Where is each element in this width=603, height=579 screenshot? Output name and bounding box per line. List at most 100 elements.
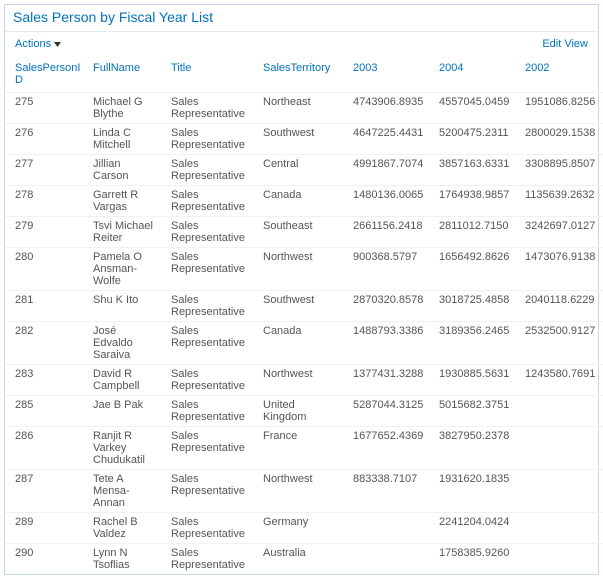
cell-salesterritory: France (257, 427, 347, 470)
cell-y2002: 1135639.2632 (519, 186, 603, 217)
table-row[interactable]: 285Jae B PakSales RepresentativeUnited K… (5, 396, 603, 427)
col-fullname[interactable]: FullName (87, 56, 165, 93)
cell-y2002: 2040118.6229 (519, 291, 603, 322)
cell-fullname: José Edvaldo Saraiva (87, 322, 165, 365)
cell-salesterritory: United Kingdom (257, 396, 347, 427)
col-salesterritory[interactable]: SalesTerritory (257, 56, 347, 93)
cell-title: Sales Representative (165, 155, 257, 186)
col-2003[interactable]: 2003 (347, 56, 433, 93)
cell-y2002: 3242697.0127 (519, 217, 603, 248)
cell-title: Sales Representative (165, 186, 257, 217)
table-row[interactable]: 286Ranjit R Varkey ChudukatilSales Repre… (5, 427, 603, 470)
cell-title: Sales Representative (165, 248, 257, 291)
col-2002[interactable]: 2002 (519, 56, 603, 93)
cell-salesterritory: Southeast (257, 217, 347, 248)
table-body: 275Michael G BlytheSales RepresentativeN… (5, 93, 603, 575)
table-row[interactable]: 276Linda C MitchellSales RepresentativeS… (5, 124, 603, 155)
table-row[interactable]: 279Tsvi Michael ReiterSales Representati… (5, 217, 603, 248)
cell-salespersonid: 286 (5, 427, 87, 470)
cell-y2002: 1473076.9138 (519, 248, 603, 291)
cell-salesterritory: Southwest (257, 291, 347, 322)
cell-y2003: 900368.5797 (347, 248, 433, 291)
cell-title: Sales Representative (165, 217, 257, 248)
cell-salespersonid: 276 (5, 124, 87, 155)
list-panel: Sales Person by Fiscal Year List Actions… (4, 4, 599, 575)
cell-salesterritory: Northeast (257, 93, 347, 124)
table-row[interactable]: 281Shu K ItoSales RepresentativeSouthwes… (5, 291, 603, 322)
cell-y2003 (347, 544, 433, 575)
cell-salespersonid: 278 (5, 186, 87, 217)
cell-salespersonid: 279 (5, 217, 87, 248)
cell-y2004: 3827950.2378 (433, 427, 519, 470)
cell-y2003: 883338.7107 (347, 470, 433, 513)
cell-y2002 (519, 470, 603, 513)
cell-title: Sales Representative (165, 291, 257, 322)
cell-fullname: Jae B Pak (87, 396, 165, 427)
cell-title: Sales Representative (165, 93, 257, 124)
cell-y2003: 4647225.4431 (347, 124, 433, 155)
header-row: SalesPersonID FullName Title SalesTerrit… (5, 56, 603, 93)
col-2004[interactable]: 2004 (433, 56, 519, 93)
cell-fullname: Linda C Mitchell (87, 124, 165, 155)
cell-y2003: 5287044.3125 (347, 396, 433, 427)
cell-salesterritory: Southwest (257, 124, 347, 155)
actions-menu[interactable]: Actions (15, 38, 61, 50)
cell-salesterritory: Germany (257, 513, 347, 544)
cell-fullname: David R Campbell (87, 365, 165, 396)
cell-y2004: 5015682.3751 (433, 396, 519, 427)
cell-y2003: 1480136.0065 (347, 186, 433, 217)
cell-y2003 (347, 513, 433, 544)
cell-salesterritory: Northwest (257, 365, 347, 396)
cell-y2004: 4557045.0459 (433, 93, 519, 124)
toolbar: Actions Edit View (5, 32, 598, 56)
table-row[interactable]: 287Tete A Mensa-AnnanSales Representativ… (5, 470, 603, 513)
cell-title: Sales Representative (165, 396, 257, 427)
cell-salesterritory: Northwest (257, 248, 347, 291)
cell-salespersonid: 277 (5, 155, 87, 186)
table-row[interactable]: 278Garrett R VargasSales RepresentativeC… (5, 186, 603, 217)
cell-y2003: 1377431.3288 (347, 365, 433, 396)
table-row[interactable]: 275Michael G BlytheSales RepresentativeN… (5, 93, 603, 124)
cell-y2003: 4743906.8935 (347, 93, 433, 124)
cell-y2002 (519, 427, 603, 470)
cell-salespersonid: 283 (5, 365, 87, 396)
cell-y2004: 1764938.9857 (433, 186, 519, 217)
cell-title: Sales Representative (165, 513, 257, 544)
page-title: Sales Person by Fiscal Year List (5, 5, 598, 32)
cell-fullname: Lynn N Tsoflias (87, 544, 165, 575)
table-row[interactable]: 280Pamela O Ansman-WolfeSales Representa… (5, 248, 603, 291)
cell-salesterritory: Canada (257, 322, 347, 365)
cell-fullname: Pamela O Ansman-Wolfe (87, 248, 165, 291)
table-row[interactable]: 290Lynn N TsofliasSales RepresentativeAu… (5, 544, 603, 575)
table-row[interactable]: 289Rachel B ValdezSales RepresentativeGe… (5, 513, 603, 544)
cell-salespersonid: 282 (5, 322, 87, 365)
cell-fullname: Tete A Mensa-Annan (87, 470, 165, 513)
edit-view-link[interactable]: Edit View (542, 38, 588, 50)
cell-fullname: Rachel B Valdez (87, 513, 165, 544)
actions-label: Actions (15, 38, 51, 50)
cell-y2003: 2661156.2418 (347, 217, 433, 248)
cell-salespersonid: 280 (5, 248, 87, 291)
cell-title: Sales Representative (165, 544, 257, 575)
cell-y2004: 5200475.2311 (433, 124, 519, 155)
cell-fullname: Jillian Carson (87, 155, 165, 186)
table-row[interactable]: 282José Edvaldo SaraivaSales Representat… (5, 322, 603, 365)
data-table: SalesPersonID FullName Title SalesTerrit… (5, 56, 603, 574)
cell-y2002: 1951086.8256 (519, 93, 603, 124)
table-row[interactable]: 277Jillian CarsonSales RepresentativeCen… (5, 155, 603, 186)
cell-fullname: Tsvi Michael Reiter (87, 217, 165, 248)
cell-salesterritory: Northwest (257, 470, 347, 513)
cell-y2004: 1758385.9260 (433, 544, 519, 575)
cell-salespersonid: 287 (5, 470, 87, 513)
table-row[interactable]: 283David R CampbellSales RepresentativeN… (5, 365, 603, 396)
cell-fullname: Garrett R Vargas (87, 186, 165, 217)
cell-title: Sales Representative (165, 322, 257, 365)
cell-y2002 (519, 513, 603, 544)
cell-y2004: 2811012.7150 (433, 217, 519, 248)
cell-y2002 (519, 544, 603, 575)
cell-fullname: Michael G Blythe (87, 93, 165, 124)
cell-y2003: 1677652.4369 (347, 427, 433, 470)
col-title[interactable]: Title (165, 56, 257, 93)
col-salespersonid[interactable]: SalesPersonID (5, 56, 87, 93)
cell-y2002: 2800029.1538 (519, 124, 603, 155)
